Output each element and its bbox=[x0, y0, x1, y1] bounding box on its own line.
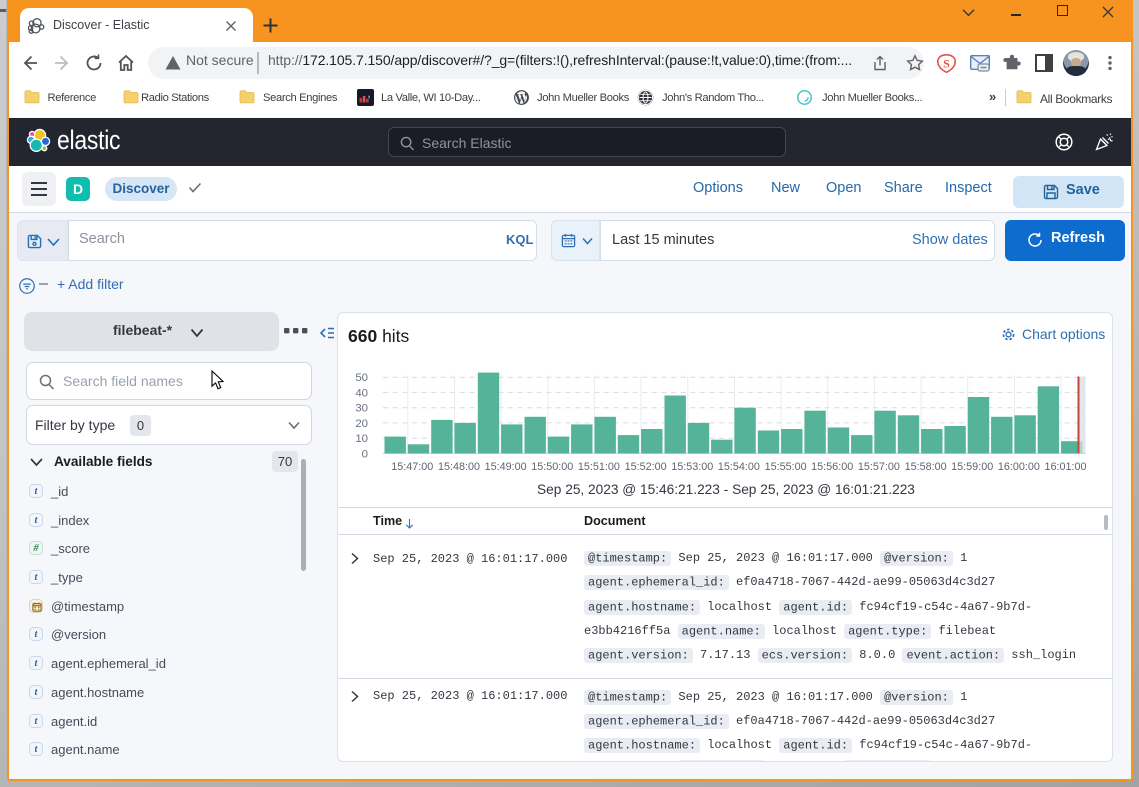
svg-text:15:54:00: 15:54:00 bbox=[718, 461, 760, 473]
svg-text:15:50:00: 15:50:00 bbox=[531, 461, 573, 473]
svg-text:15:47:00: 15:47:00 bbox=[391, 461, 433, 473]
svg-text:S: S bbox=[943, 57, 950, 71]
svg-text:15:48:00: 15:48:00 bbox=[438, 461, 480, 473]
svg-text:16:00:00: 16:00:00 bbox=[998, 461, 1040, 473]
svg-text:10: 10 bbox=[355, 433, 368, 445]
svg-text:15:52:00: 15:52:00 bbox=[625, 461, 667, 473]
svg-text:15:56:00: 15:56:00 bbox=[811, 461, 853, 473]
svg-text:15:51:00: 15:51:00 bbox=[578, 461, 620, 473]
svg-text:16:01:00: 16:01:00 bbox=[1044, 461, 1086, 473]
svg-text:15:59:00: 15:59:00 bbox=[951, 461, 993, 473]
svg-text:15:53:00: 15:53:00 bbox=[671, 461, 713, 473]
svg-text:15:57:00: 15:57:00 bbox=[858, 461, 900, 473]
svg-text:40: 40 bbox=[355, 387, 368, 399]
svg-text:15:55:00: 15:55:00 bbox=[765, 461, 807, 473]
svg-text:15:49:00: 15:49:00 bbox=[485, 461, 527, 473]
svg-text:0: 0 bbox=[362, 448, 368, 460]
svg-text:20: 20 bbox=[355, 418, 368, 430]
svg-text:30: 30 bbox=[355, 403, 368, 415]
svg-text:15:58:00: 15:58:00 bbox=[905, 461, 947, 473]
svg-text:50: 50 bbox=[355, 372, 368, 384]
